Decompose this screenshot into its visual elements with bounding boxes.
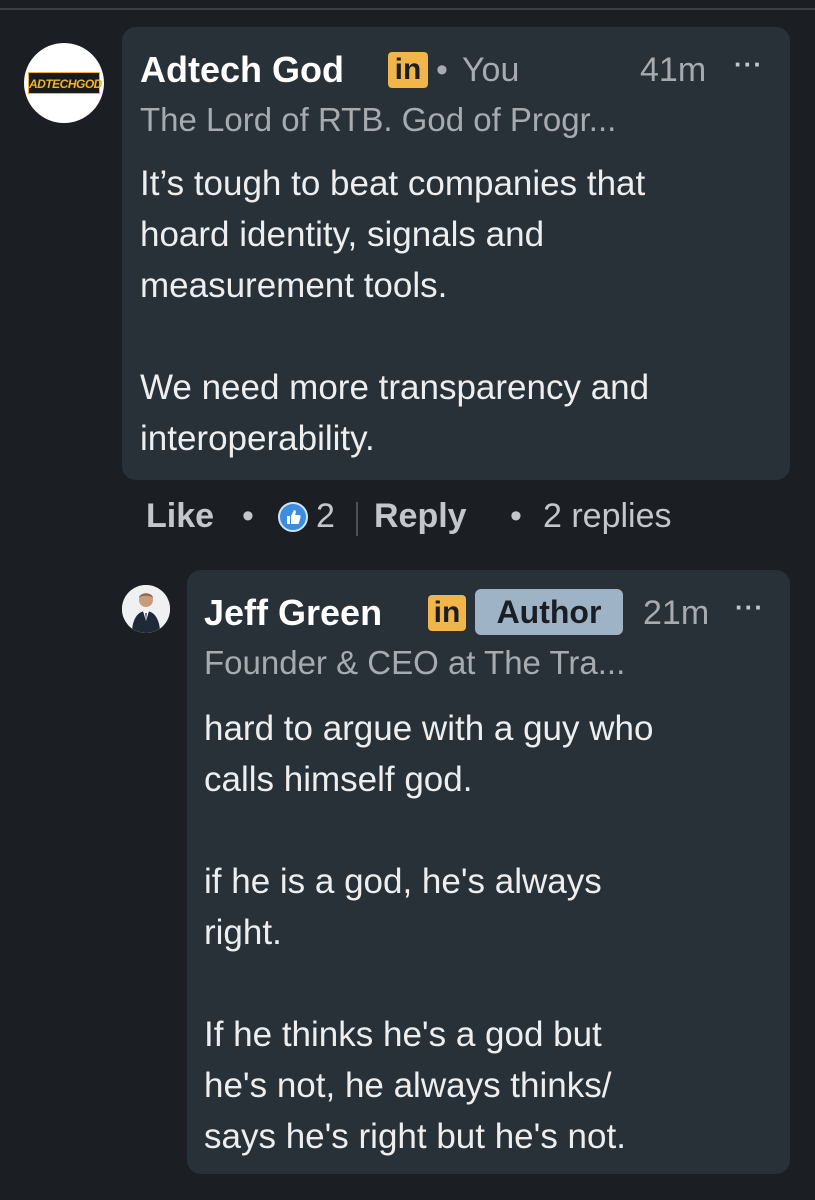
replies-count-link[interactable]: 2 replies [543,497,672,536]
reply-timestamp: 21m [643,594,710,632]
comment-author-headline: The Lord of RTB. God of Progr... [140,101,617,138]
comment-body-line: It’s tough to beat companies that [140,164,646,203]
reply-body-line [204,805,779,856]
reaction-count[interactable]: 2 [316,497,335,536]
reply-body-line: says he's right but he's not. [204,1117,626,1156]
reply-body-line: calls himself god. [204,760,473,799]
linkedin-in-icon: in [428,595,466,631]
comment-body-line: hoard identity, signals and [140,215,545,254]
person-photo-icon [122,585,170,633]
comment-body-line: interoperability. [140,419,375,458]
reply-author-headline: Founder & CEO at The Tra... [204,644,626,681]
like-thumb-icon [278,502,308,532]
comment-body-line: measurement tools. [140,266,448,305]
like-button[interactable]: Like [146,497,214,536]
comment-author-name[interactable]: Adtech God [140,49,344,91]
relation-label: You [462,51,520,89]
comment-body: It’s tough to beat companies that hoard … [140,158,780,464]
avatar-adtech-god[interactable]: ADTECHGOD [24,43,104,123]
comment-timestamp: 41m [640,51,707,89]
adtech-god-logo: ADTECHGOD [28,72,102,94]
dot-separator: • [510,497,522,535]
reply-body-line: hard to argue with a guy who [204,709,654,748]
linkedin-in-icon: in [388,52,428,88]
dot-separator: • [436,51,448,89]
reply-body-line [204,958,779,1009]
reply-bubble: Jeff Green in Author 21m ··· Founder & C… [187,570,790,1174]
comment-body-line: We need more transparency and [140,368,650,407]
reply-body-line: he's not, he always thinks/ [204,1066,612,1105]
comment-bubble: Adtech God in • You 41m ··· The Lord of … [122,27,790,480]
comment-body-line [140,311,780,362]
dot-separator: • [242,497,254,535]
reply-body-line: If he thinks he's a god but [204,1015,602,1054]
more-options-icon[interactable]: ··· [734,49,763,80]
top-divider [0,8,815,10]
reply-body: hard to argue with a guy who calls himse… [204,703,779,1162]
reply-body-line: if he is a god, he's always [204,862,602,901]
author-badge: Author [475,589,623,635]
reply-author-name[interactable]: Jeff Green [204,592,382,634]
reply-button[interactable]: Reply [374,497,467,536]
avatar-jeff-green[interactable] [122,585,170,633]
action-divider [356,502,358,536]
more-options-icon[interactable]: ··· [735,592,764,623]
reply-body-line: right. [204,913,282,952]
